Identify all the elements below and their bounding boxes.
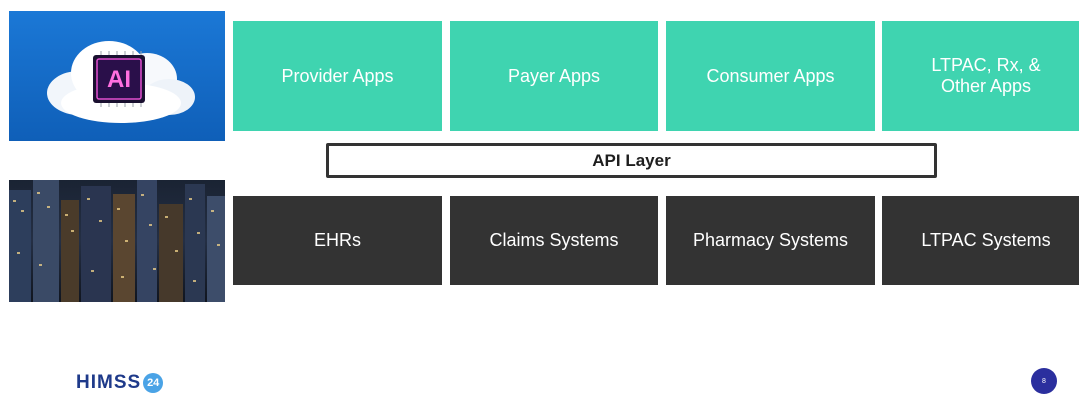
api-layer-label: API Layer xyxy=(592,150,671,170)
app-box-consumer: Consumer Apps xyxy=(666,21,875,131)
system-label: EHRs xyxy=(313,230,361,250)
system-box-claims: Claims Systems xyxy=(450,196,658,285)
ai-chip-label: AI xyxy=(107,66,131,93)
api-layer-box: API Layer xyxy=(326,143,937,178)
skyline-icon xyxy=(9,180,225,302)
system-box-ehrs: EHRs xyxy=(233,196,442,285)
page-number: 8 xyxy=(1042,377,1046,385)
app-label: Provider Apps xyxy=(281,65,394,86)
ai-chip-icon: AI xyxy=(93,51,145,107)
city-skyline-image xyxy=(9,180,225,302)
app-box-payer: Payer Apps xyxy=(450,21,658,131)
app-box-provider: Provider Apps xyxy=(233,21,442,131)
system-label: Pharmacy Systems xyxy=(692,230,849,250)
system-label: LTPAC Systems xyxy=(921,230,1051,250)
system-label: Claims Systems xyxy=(489,230,619,250)
logo-text: HIMSS xyxy=(76,372,142,393)
system-box-pharmacy: Pharmacy Systems xyxy=(666,196,875,285)
cloud-icon: AI xyxy=(47,41,195,123)
himss-logo: HIMSS 24 xyxy=(76,371,164,395)
logo-badge: 24 xyxy=(143,373,164,393)
app-box-ltpac-rx-other: LTPAC, Rx, & Other Apps xyxy=(882,21,1079,131)
system-box-ltpac: LTPAC Systems xyxy=(882,196,1079,285)
app-label: Payer Apps xyxy=(507,65,601,86)
app-label: Consumer Apps xyxy=(706,65,835,86)
page-number-badge: 8 xyxy=(1031,368,1057,394)
ai-cloud-image: AI xyxy=(9,11,225,141)
app-label: LTPAC, Rx, & Other Apps xyxy=(931,55,1041,96)
